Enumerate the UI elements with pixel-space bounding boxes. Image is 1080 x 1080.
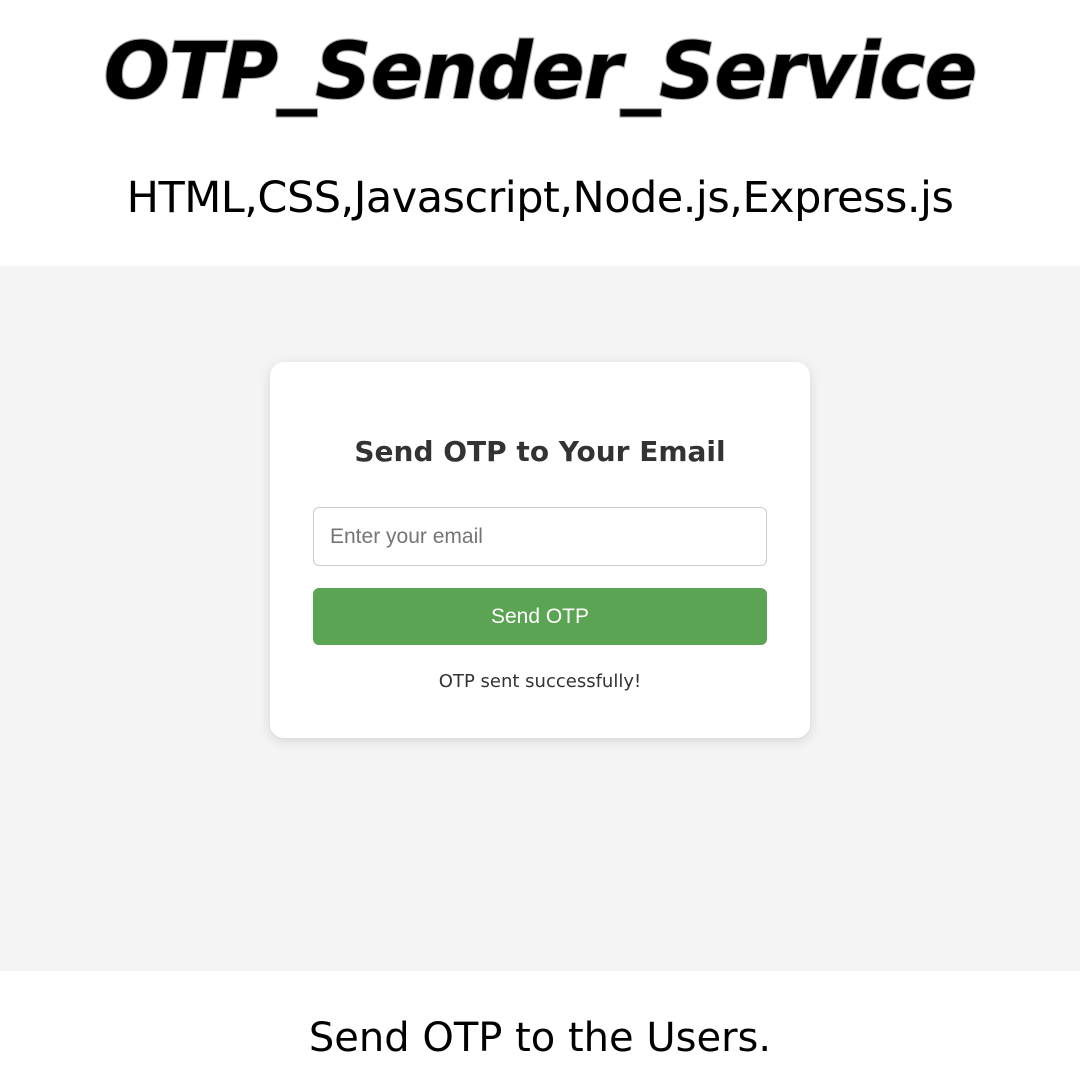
app-viewport: Send OTP to Your Email Send OTP OTP sent… [0, 266, 1080, 971]
banner-subtitle: HTML,CSS,Javascript,Node.js,Express.js [126, 173, 954, 223]
email-input[interactable] [313, 507, 767, 566]
form-heading: Send OTP to Your Email [354, 435, 726, 468]
banner-title: OTP_Sender_Service [103, 26, 979, 118]
otp-form-card: Send OTP to Your Email Send OTP OTP sent… [270, 362, 810, 738]
banner-footer: Send OTP to the Users. [308, 1015, 772, 1061]
status-message: OTP sent successfully! [438, 671, 642, 692]
send-otp-button[interactable]: Send OTP [313, 588, 767, 645]
